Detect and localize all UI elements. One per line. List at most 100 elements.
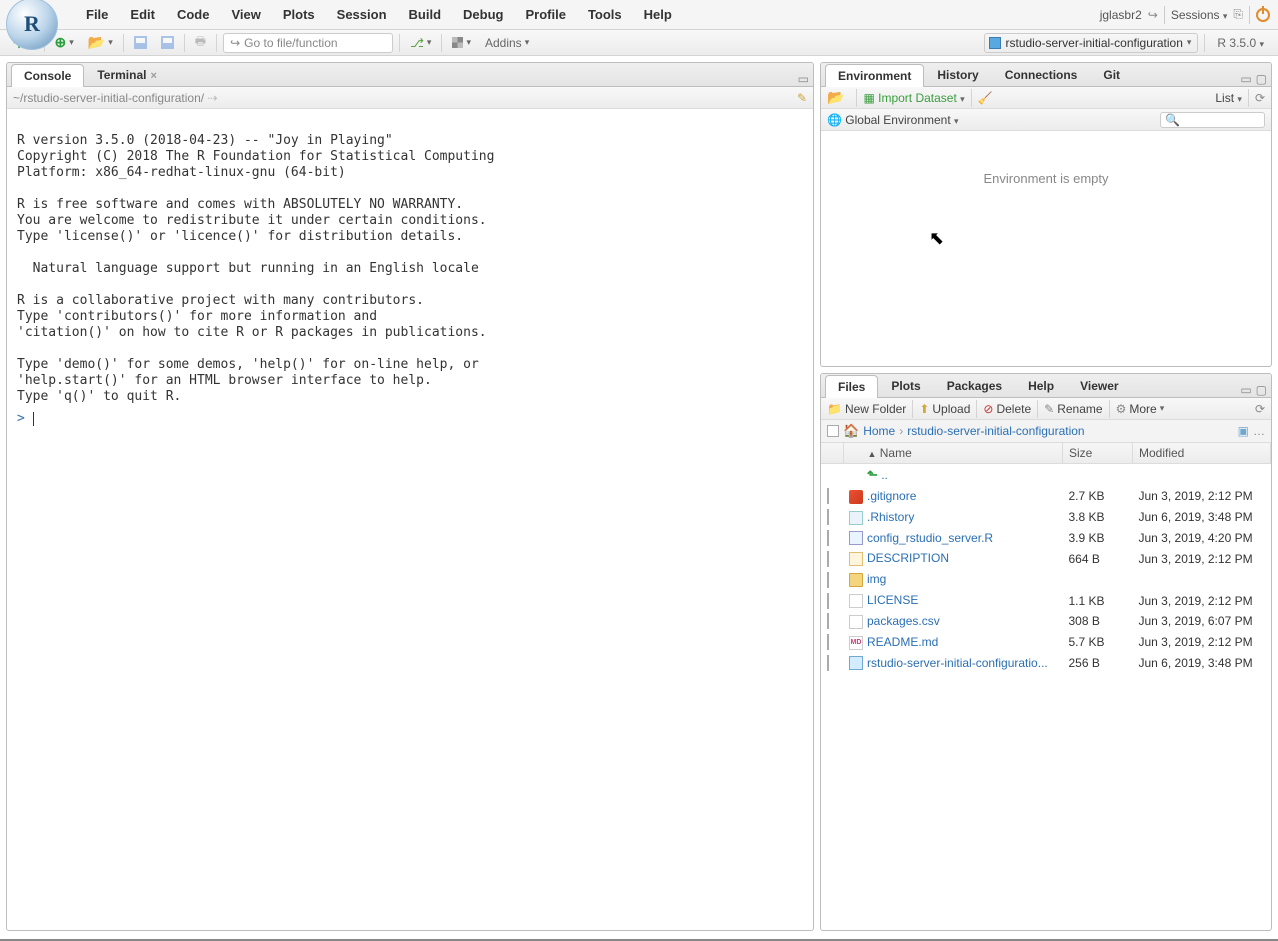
tab-git[interactable]: Git — [1090, 63, 1133, 86]
import-dataset-button[interactable]: ▦ Import Dataset ▾ — [863, 91, 964, 105]
crumb-home[interactable]: Home — [863, 424, 895, 438]
console-prompt[interactable]: > — [17, 411, 25, 426]
tab-viewer[interactable]: Viewer — [1067, 374, 1131, 397]
env-search-input[interactable]: 🔍 — [1160, 112, 1265, 128]
menu-build[interactable]: Build — [399, 2, 452, 27]
col-size[interactable]: Size — [1063, 443, 1133, 464]
file-checkbox[interactable] — [827, 655, 829, 671]
menu-edit[interactable]: Edit — [120, 2, 165, 27]
file-row[interactable]: .Rhistory3.8 KBJun 6, 2019, 3:48 PM — [821, 507, 1271, 528]
menu-session[interactable]: Session — [327, 2, 397, 27]
r-version-menu[interactable]: R 3.5.0 ▾ — [1211, 34, 1270, 52]
file-name-link[interactable]: README.md — [867, 635, 938, 649]
file-name-link[interactable]: LICENSE — [867, 593, 918, 607]
save-button[interactable] — [130, 34, 151, 51]
file-row[interactable]: packages.csv308 BJun 3, 2019, 6:07 PM — [821, 611, 1271, 632]
file-row[interactable]: rstudio-server-initial-configuratio...25… — [821, 653, 1271, 674]
project-menu[interactable]: rstudio-server-initial-configuration ▾ — [984, 33, 1198, 53]
file-name-link[interactable]: packages.csv — [867, 614, 940, 628]
pane-popup-icon[interactable]: ▭ — [798, 72, 809, 86]
file-name-link[interactable]: .Rhistory — [867, 510, 914, 524]
print-button[interactable]: 🖶 — [191, 30, 210, 55]
minimize-icon[interactable]: ▭ — [1240, 383, 1251, 397]
col-modified[interactable]: Modified — [1133, 443, 1271, 464]
clear-console-icon[interactable]: ✎ — [797, 91, 807, 105]
refresh-env-icon[interactable]: ⟳ — [1255, 91, 1265, 105]
parent-dir-row[interactable]: ⬑ .. — [821, 464, 1271, 487]
refresh-files-icon[interactable]: ⟳ — [1255, 402, 1265, 416]
file-row[interactable]: img — [821, 569, 1271, 590]
home-icon[interactable]: 🏠 — [843, 423, 859, 439]
menu-help[interactable]: Help — [634, 2, 682, 27]
save-all-button[interactable] — [157, 34, 178, 51]
select-all-checkbox[interactable] — [827, 425, 839, 437]
addins-menu[interactable]: Addins ▾ — [481, 34, 533, 52]
goto-file-input[interactable]: ↪Go to file/function — [223, 33, 393, 53]
environment-scope[interactable]: 🌐 Global Environment ▾ — [827, 113, 959, 127]
file-checkbox[interactable] — [827, 530, 829, 546]
clear-objects-icon[interactable]: 🧹 — [978, 91, 993, 105]
file-row[interactable]: DESCRIPTION664 BJun 3, 2019, 2:12 PM — [821, 548, 1271, 569]
file-row[interactable]: .gitignore2.7 KBJun 3, 2019, 2:12 PM — [821, 486, 1271, 507]
file-size: 2.7 KB — [1063, 486, 1133, 507]
tab-terminal[interactable]: Terminal× — [84, 63, 170, 86]
file-modified: Jun 3, 2019, 2:12 PM — [1133, 590, 1271, 611]
env-tabs: Environment History Connections Git ▭ ▢ — [821, 63, 1271, 87]
tab-connections[interactable]: Connections — [992, 63, 1091, 86]
file-checkbox[interactable] — [827, 488, 829, 504]
minimize-icon[interactable]: ▭ — [1240, 72, 1251, 86]
col-name[interactable]: ▲ Name — [843, 443, 1063, 464]
file-name-link[interactable]: img — [867, 572, 886, 586]
file-name-link[interactable]: config_rstudio_server.R — [867, 531, 993, 545]
menu-code[interactable]: Code — [167, 2, 220, 27]
more-menu[interactable]: ⚙More ▾ — [1116, 402, 1165, 416]
sessions-menu[interactable]: Sessions ▾ — [1171, 8, 1228, 22]
panes-button[interactable]: ▾ — [448, 35, 475, 50]
tab-environment[interactable]: Environment — [825, 64, 924, 87]
delete-button[interactable]: ⊘Delete — [983, 402, 1031, 416]
file-checkbox[interactable] — [827, 572, 829, 588]
file-name-link[interactable]: .gitignore — [867, 489, 916, 503]
more-path-icon[interactable]: … — [1253, 424, 1265, 438]
file-name-link[interactable]: rstudio-server-initial-configuratio... — [867, 656, 1048, 670]
menu-tools[interactable]: Tools — [578, 2, 632, 27]
file-checkbox[interactable] — [827, 593, 829, 609]
file-row[interactable]: MDREADME.md5.7 KBJun 3, 2019, 2:12 PM — [821, 632, 1271, 653]
menu-plots[interactable]: Plots — [273, 2, 325, 27]
tab-history[interactable]: History — [924, 63, 991, 86]
console-working-dir[interactable]: ~/rstudio-server-initial-configuration/ … — [13, 91, 218, 105]
file-checkbox[interactable] — [827, 634, 829, 650]
file-checkbox[interactable] — [827, 613, 829, 629]
goto-project-dir-icon[interactable]: ▣ — [1238, 424, 1249, 438]
upload-button[interactable]: ⬆Upload — [919, 402, 970, 416]
load-workspace-icon[interactable]: 📂 — [827, 89, 844, 106]
file-checkbox[interactable] — [827, 509, 829, 525]
file-checkbox[interactable] — [827, 551, 829, 567]
rename-button[interactable]: ✎Rename — [1044, 402, 1102, 416]
tab-help[interactable]: Help — [1015, 374, 1067, 397]
vcs-button[interactable]: ⎇▾ — [406, 34, 435, 52]
file-row[interactable]: LICENSE1.1 KBJun 3, 2019, 2:12 PM — [821, 590, 1271, 611]
menu-file[interactable]: File — [76, 2, 118, 27]
env-empty-msg: Environment is empty — [821, 131, 1271, 186]
file-name-link[interactable]: DESCRIPTION — [867, 551, 949, 565]
new-folder-button[interactable]: 📁New Folder — [827, 402, 906, 416]
menu-profile[interactable]: Profile — [515, 2, 575, 27]
new-session-icon[interactable]: ⎘ — [1233, 7, 1243, 22]
tab-files[interactable]: Files — [825, 375, 878, 398]
open-file-button[interactable]: 📂▾ — [84, 32, 117, 53]
close-icon[interactable]: × — [150, 70, 156, 82]
tab-packages[interactable]: Packages — [934, 374, 1015, 397]
view-list-button[interactable]: List ▾ — [1215, 91, 1242, 105]
sign-out-icon[interactable]: ↪ — [1148, 8, 1158, 22]
file-row[interactable]: config_rstudio_server.R3.9 KBJun 3, 2019… — [821, 528, 1271, 549]
tab-plots2[interactable]: Plots — [878, 374, 933, 397]
maximize-icon[interactable]: ▢ — [1256, 383, 1267, 397]
file-modified: Jun 6, 2019, 3:48 PM — [1133, 653, 1271, 674]
crumb-dir[interactable]: rstudio-server-initial-configuration — [907, 424, 1084, 438]
menu-view[interactable]: View — [221, 2, 270, 27]
menu-debug[interactable]: Debug — [453, 2, 513, 27]
tab-console[interactable]: Console — [11, 64, 84, 87]
maximize-icon[interactable]: ▢ — [1256, 72, 1267, 86]
quit-session-icon[interactable] — [1256, 8, 1270, 22]
